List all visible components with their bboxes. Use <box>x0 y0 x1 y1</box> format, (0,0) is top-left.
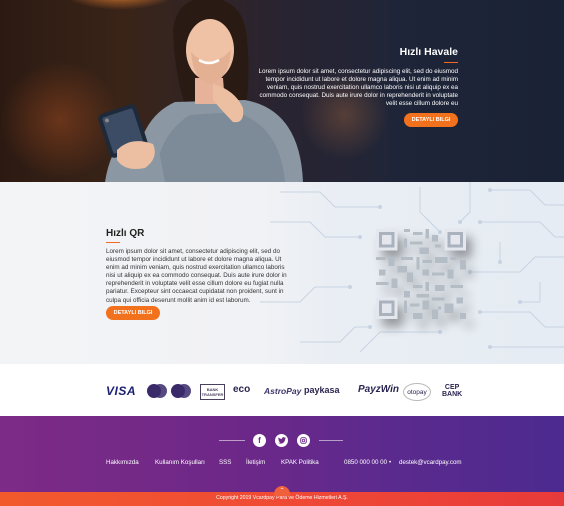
qr-title: Hızlı QR <box>106 228 145 239</box>
qr-code-image <box>376 229 466 319</box>
bank-transfer-logo: BANK TRANSFER <box>200 384 225 400</box>
hero-title-underline <box>444 62 458 63</box>
visa-logo: VISA <box>106 384 137 398</box>
qr-title-underline <box>106 242 120 243</box>
twitter-icon[interactable] <box>275 434 288 447</box>
social-divider-right <box>319 440 343 441</box>
hero-title: Hızlı Havale <box>399 46 458 58</box>
footer-link-contact[interactable]: İletişim <box>246 459 265 466</box>
otopay-logo: otopay <box>403 383 431 401</box>
cepbank-logo-line2: BANK <box>442 391 463 398</box>
cepbank-logo-line1: CEP <box>444 384 460 391</box>
footer: f Hakkımızda Kullanım Koşulları SSS İlet… <box>0 416 564 492</box>
payzwin-logo: PayzWin <box>358 384 400 395</box>
scroll-to-top-chevron-up-icon[interactable]: ⌃ <box>274 486 290 496</box>
paykasa-logo: paykasa <box>304 385 340 395</box>
qr-description: Lorem ipsum dolor sit amet, consectetur … <box>106 248 287 304</box>
bank-transfer-logo-line2: TRANSFER <box>201 392 224 397</box>
footer-link-faq[interactable]: SSS <box>219 459 231 466</box>
social-divider-left <box>219 440 245 441</box>
mastercard-logos <box>146 383 192 399</box>
ecopayz-logo: eco <box>233 384 251 395</box>
footer-email[interactable]: destek@vcardpay.com <box>399 459 462 466</box>
hero-description: Lorem ipsum dolor sit amet, consectetur … <box>258 68 459 108</box>
qr-text-block: Hızlı QR Lorem ipsum dolor sit amet, con… <box>106 228 288 305</box>
instagram-icon[interactable] <box>297 434 310 447</box>
astropay-logo: AstroPay <box>264 386 302 396</box>
facebook-icon[interactable]: f <box>253 434 266 447</box>
footer-phone[interactable]: 0850 000 00 00 <box>344 459 387 466</box>
footer-separator: • <box>389 459 392 466</box>
cepbank-logo: CEP BANK <box>442 384 462 398</box>
footer-link-kpak-policy[interactable]: KPAK Politika <box>281 459 319 466</box>
footer-link-terms[interactable]: Kullanım Koşulları <box>155 459 205 466</box>
qr-section: Hızlı QR Lorem ipsum dolor sit amet, con… <box>0 182 564 364</box>
payment-methods-bar: VISA BANK TRANSFER eco AstroPay paykasa … <box>0 364 564 416</box>
qr-details-button[interactable]: DETAYLI BILGI <box>106 306 160 320</box>
hero-banner: Hızlı Havale Lorem ipsum dolor sit amet,… <box>0 0 564 182</box>
hero-text-block: Hızlı Havale Lorem ipsum dolor sit amet,… <box>258 46 458 108</box>
footer-link-about[interactable]: Hakkımızda <box>106 459 139 466</box>
hero-details-button[interactable]: DETAYLI BILGI <box>404 113 458 127</box>
